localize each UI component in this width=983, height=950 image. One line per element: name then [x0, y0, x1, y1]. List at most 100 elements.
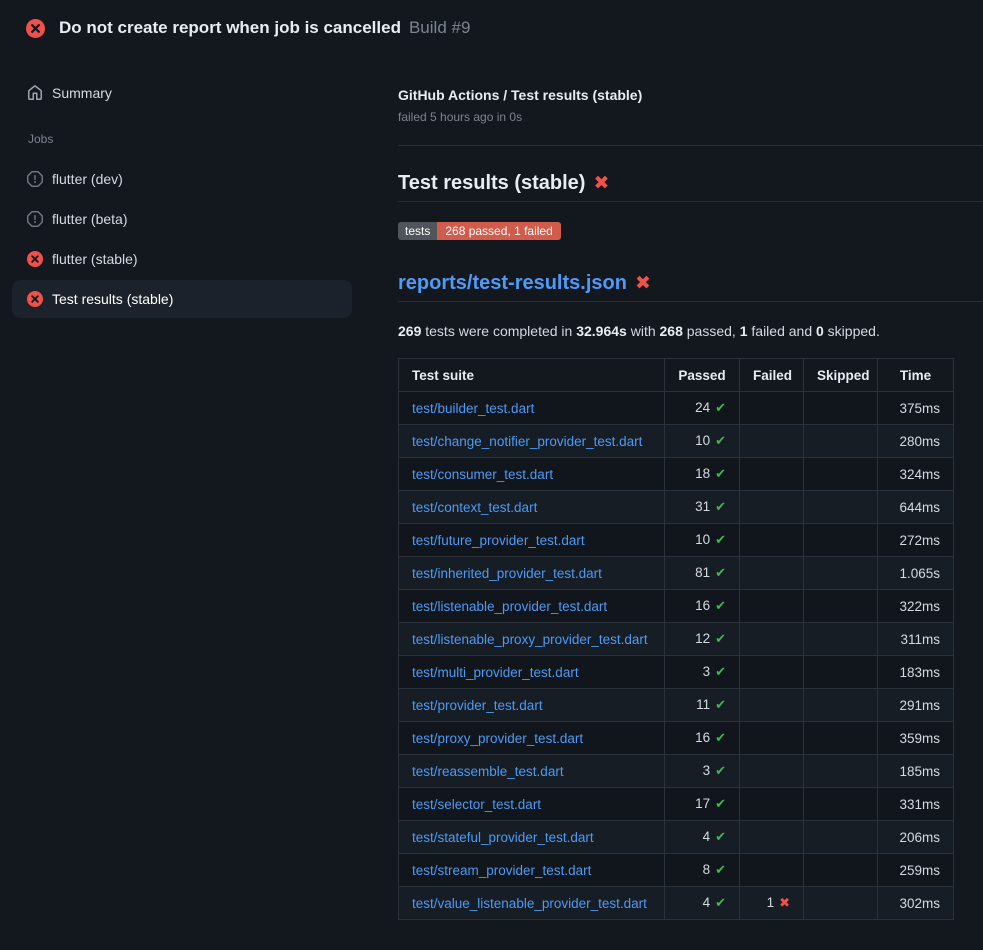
- table-row: test/multi_provider_test.dart3✔183ms: [399, 656, 954, 689]
- test-suite-link[interactable]: test/value_listenable_provider_test.dart: [412, 896, 647, 911]
- sidebar-item-flutter-stable-[interactable]: flutter (stable): [12, 240, 352, 278]
- suite-cell: test/reassemble_test.dart: [399, 755, 665, 788]
- summary-segment: 269: [398, 323, 421, 339]
- cross-icon: ✖: [779, 895, 790, 910]
- table-row: test/listenable_proxy_provider_test.dart…: [399, 623, 954, 656]
- test-suite-link[interactable]: test/inherited_provider_test.dart: [412, 566, 602, 581]
- sidebar-item-flutter-dev-[interactable]: flutter (dev): [12, 160, 352, 198]
- sidebar-item-label: flutter (dev): [52, 171, 123, 187]
- failed-cell: [740, 524, 804, 557]
- table-row: test/builder_test.dart24✔375ms: [399, 392, 954, 425]
- sidebar-item-test-results-stable-[interactable]: Test results (stable): [12, 280, 352, 318]
- failed-cell: [740, 854, 804, 887]
- check-icon: ✔: [715, 895, 726, 910]
- breadcrumb[interactable]: GitHub Actions / Test results (stable): [398, 86, 983, 104]
- check-icon: ✔: [715, 532, 726, 547]
- check-icon: ✔: [715, 400, 726, 415]
- check-icon: ✔: [715, 664, 726, 679]
- failed-cell: [740, 392, 804, 425]
- skipped-cell: [804, 491, 878, 524]
- check-icon: ✔: [715, 598, 726, 613]
- passed-cell: 8✔: [665, 854, 740, 887]
- test-suite-link[interactable]: test/selector_test.dart: [412, 797, 541, 812]
- test-suite-link[interactable]: test/listenable_proxy_provider_test.dart: [412, 632, 648, 647]
- suite-cell: test/stateful_provider_test.dart: [399, 821, 665, 854]
- table-row: test/provider_test.dart 11 ✔ 291ms: [399, 689, 954, 722]
- suite-cell: test/proxy_provider_test.dart: [399, 722, 665, 755]
- test-suite-link[interactable]: test/multi_provider_test.dart: [412, 665, 579, 680]
- x-circle-fill-icon: [27, 291, 43, 307]
- passed-count: 17: [695, 796, 710, 811]
- failed-cell: 1✖: [740, 887, 804, 920]
- passed-count: 12: [695, 631, 710, 646]
- failed-cross-icon: ✖: [593, 173, 609, 194]
- time-cell: 259ms: [878, 854, 954, 887]
- test-suite-link[interactable]: test/proxy_provider_test.dart: [412, 731, 583, 746]
- table-row: test/inherited_provider_test.dart81✔1.06…: [399, 557, 954, 590]
- passed-cell: 12✔: [665, 623, 740, 656]
- test-suite-link[interactable]: test/consumer_test.dart: [412, 467, 553, 482]
- build-number: Build #9: [409, 18, 470, 38]
- test-suite-link[interactable]: test/stream_provider_test.dart: [412, 863, 591, 878]
- passed-count: 3: [703, 664, 711, 679]
- skipped-cell: [804, 821, 878, 854]
- passed-cell: 3✔: [665, 755, 740, 788]
- jobs-section-label: Jobs: [28, 132, 398, 146]
- table-row: test/listenable_provider_test.dart16✔322…: [399, 590, 954, 623]
- suite-cell: test/selector_test.dart: [399, 788, 665, 821]
- suite-cell: test/listenable_proxy_provider_test.dart: [399, 623, 665, 656]
- divider: [398, 145, 983, 146]
- check-icon: ✔: [715, 565, 726, 580]
- suite-cell: test/multi_provider_test.dart: [399, 656, 665, 689]
- cancelled-stop-icon: [27, 211, 43, 227]
- time-cell: 302ms: [878, 887, 954, 920]
- passed-count: 10: [695, 532, 710, 547]
- column-header-failed: Failed: [740, 359, 804, 392]
- time-cell: 291ms: [878, 689, 954, 722]
- skipped-cell: [804, 887, 878, 920]
- table-row: test/future_provider_test.dart10✔272ms: [399, 524, 954, 557]
- summary-segment: tests were completed in: [421, 323, 576, 339]
- suite-cell: test/context_test.dart: [399, 491, 665, 524]
- summary-segment: 1: [740, 323, 748, 339]
- failed-cell: [740, 557, 804, 590]
- badge-value: 268 passed, 1 failed: [437, 222, 560, 240]
- test-suite-link[interactable]: test/future_provider_test.dart: [412, 533, 585, 548]
- time-cell: 359ms: [878, 722, 954, 755]
- test-suite-link[interactable]: test/stateful_provider_test.dart: [412, 830, 594, 845]
- failed-cell: [740, 491, 804, 524]
- test-suite-link[interactable]: test/builder_test.dart: [412, 401, 534, 416]
- column-header-skipped: Skipped: [804, 359, 878, 392]
- jobs-list: flutter (dev) flutter (beta)flutter (stab…: [0, 160, 398, 318]
- passed-count: 8: [703, 862, 711, 877]
- passed-count: 18: [695, 466, 710, 481]
- skipped-cell: [804, 689, 878, 722]
- test-suite-link[interactable]: test/reassemble_test.dart: [412, 764, 564, 779]
- sidebar-item-summary[interactable]: Summary: [12, 74, 352, 112]
- column-header-test-suite: Test suite: [399, 359, 665, 392]
- check-icon: ✔: [715, 829, 726, 844]
- passed-count: 10: [695, 433, 710, 448]
- failed-cell: [740, 623, 804, 656]
- failed-cell: [740, 458, 804, 491]
- passed-count: 11: [696, 697, 710, 712]
- test-suite-link[interactable]: test/change_notifier_provider_test.dart: [412, 434, 642, 449]
- report-file-link[interactable]: reports/test-results.json: [398, 272, 627, 294]
- section-title-text: Test results (stable): [398, 172, 585, 194]
- passed-cell: 81✔: [665, 557, 740, 590]
- passed-count: 4: [703, 895, 711, 910]
- test-suite-link[interactable]: test/listenable_provider_test.dart: [412, 599, 607, 614]
- table-row: test/consumer_test.dart18✔324ms: [399, 458, 954, 491]
- sidebar-item-flutter-beta-[interactable]: flutter (beta): [12, 200, 352, 238]
- failed-count: 1: [767, 895, 775, 910]
- summary-segment: with: [627, 323, 660, 339]
- test-suite-link[interactable]: test/context_test.dart: [412, 500, 537, 515]
- run-status: failed 5 hours ago in 0s: [398, 110, 983, 125]
- passed-cell: 16✔: [665, 722, 740, 755]
- check-icon: ✔: [715, 697, 726, 712]
- page-title: Do not create report when job is cancell…: [59, 18, 401, 38]
- column-header-passed: Passed: [665, 359, 740, 392]
- test-suite-link[interactable]: test/provider_test.dart: [412, 698, 543, 713]
- table-row: test/context_test.dart31✔644ms: [399, 491, 954, 524]
- suite-cell: test/consumer_test.dart: [399, 458, 665, 491]
